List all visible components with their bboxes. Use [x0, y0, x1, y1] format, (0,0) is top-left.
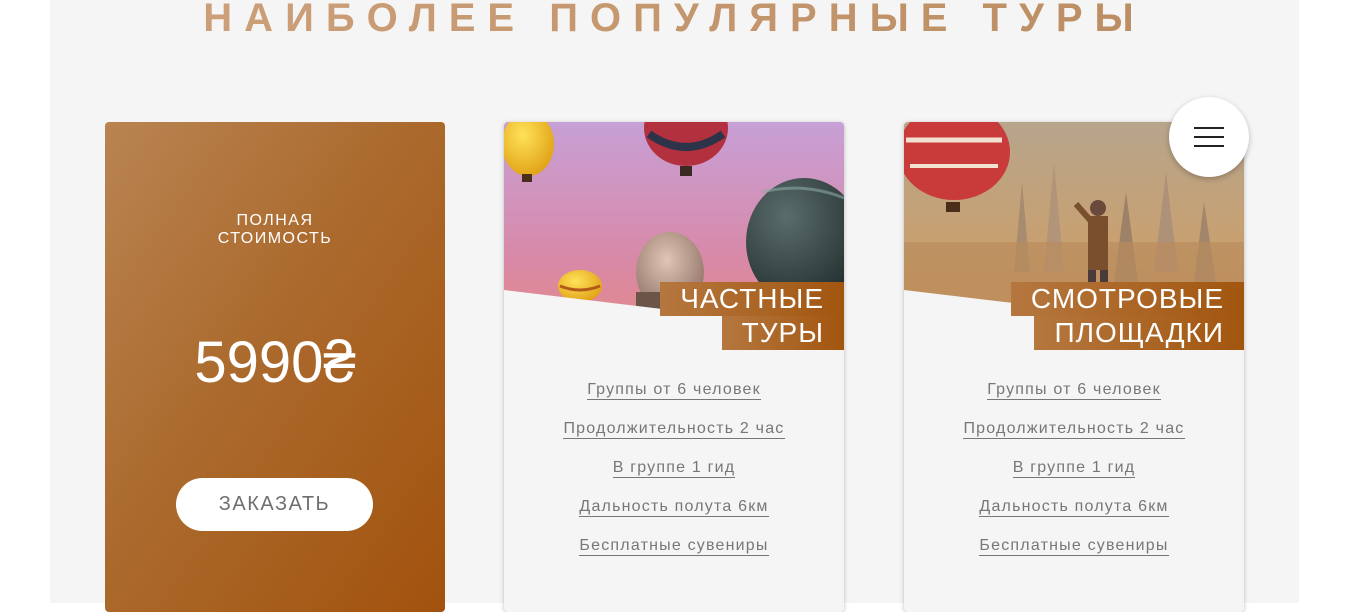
tour-title-line1: СМОТРОВЫЕ	[1010, 282, 1244, 316]
menu-button[interactable]	[1169, 97, 1249, 177]
section-title: НАИБОЛЕЕ ПОПУЛЯРНЫЕ ТУРЫ	[0, 0, 1349, 40]
tour-title-line2: ПЛОЩАДКИ	[1034, 316, 1244, 350]
feature-link[interactable]: Группы от 6 человек	[987, 381, 1161, 400]
price-label: ПОЛНАЯ СТОИМОСТЬ	[105, 212, 445, 248]
feature-link[interactable]: Продолжительность 2 час	[563, 420, 785, 439]
feature-link[interactable]: Дальность полута 6км	[579, 498, 769, 517]
feature-link[interactable]: В группе 1 гид	[1012, 459, 1136, 478]
feature-link[interactable]: Бесплатные сувениры	[579, 537, 769, 556]
feature-link[interactable]: Дальность полута 6км	[979, 498, 1169, 517]
price-label-line1: ПОЛНАЯ	[236, 212, 314, 229]
feature-link[interactable]: Продолжительность 2 час	[963, 420, 1185, 439]
price-value: 5990₴	[194, 330, 356, 395]
tour-title-viewpoints: СМОТРОВЫЕ ПЛОЩАДКИ	[1010, 282, 1244, 350]
order-button[interactable]: ЗАКАЗАТЬ	[176, 478, 373, 531]
price-card: ПОЛНАЯ СТОИМОСТЬ 5990₴ ЗАКАЗАТЬ	[105, 122, 445, 612]
feature-link[interactable]: Бесплатные сувениры	[979, 537, 1169, 556]
feature-list: Группы от 6 человек Продолжительность 2 …	[904, 376, 1244, 571]
feature-list: Группы от 6 человек Продолжительность 2 …	[504, 376, 844, 571]
tour-title-private: ЧАСТНЫЕ ТУРЫ	[660, 282, 844, 350]
tour-title-line2: ТУРЫ	[721, 316, 844, 350]
feature-link[interactable]: Группы от 6 человек	[587, 381, 761, 400]
price-label-line2: СТОИМОСТЬ	[217, 230, 333, 247]
tour-title-line1: ЧАСТНЫЕ	[660, 282, 844, 316]
tour-card-private[interactable]: ЧАСТНЫЕ ТУРЫ Группы от 6 человек Продолж…	[504, 122, 844, 612]
tour-card-viewpoints[interactable]: СМОТРОВЫЕ ПЛОЩАДКИ Группы от 6 человек П…	[904, 122, 1244, 612]
feature-link[interactable]: В группе 1 гид	[612, 459, 736, 478]
